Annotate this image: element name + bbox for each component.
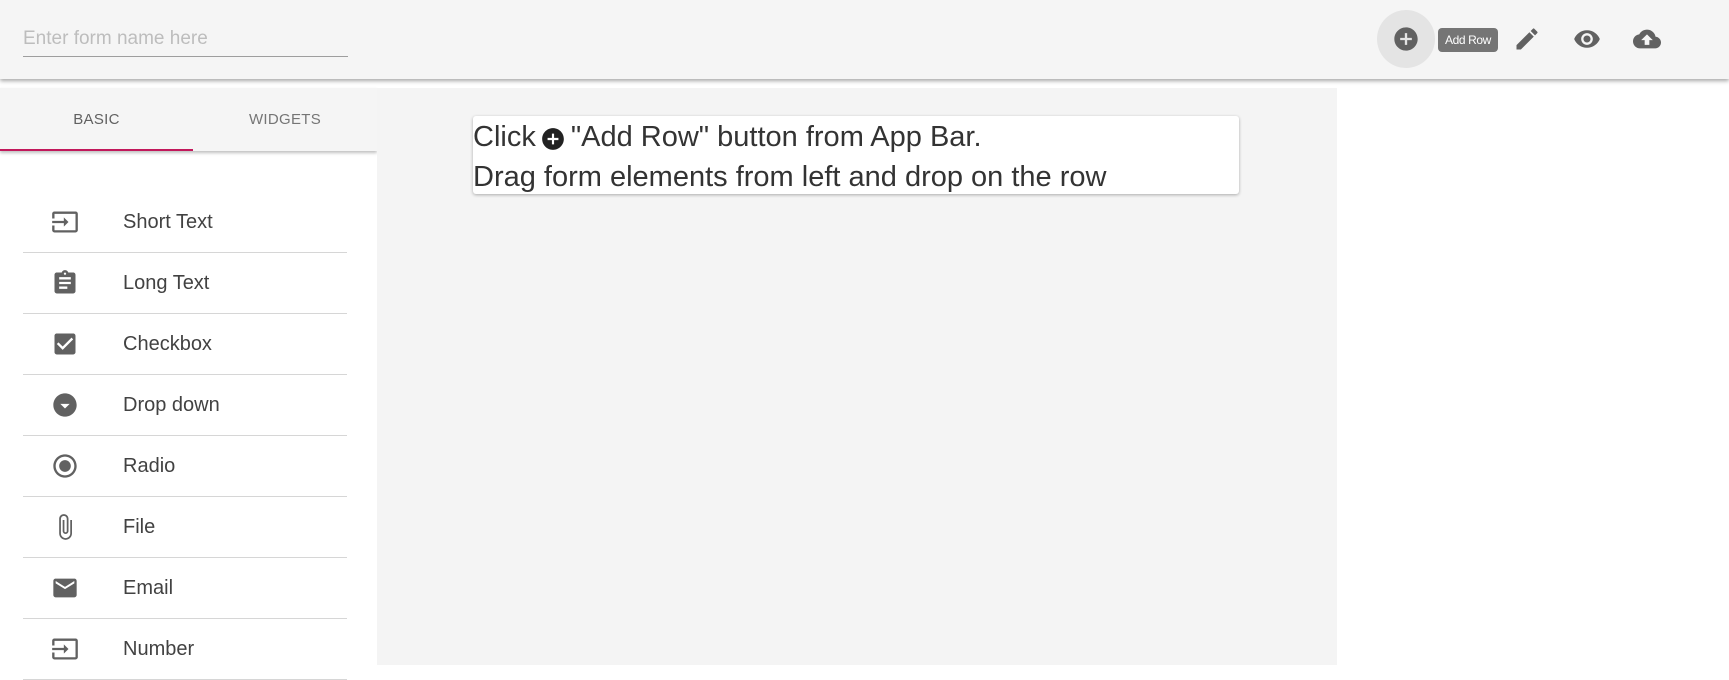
input-icon [51, 635, 79, 663]
list-item-label: File [123, 515, 156, 538]
list-item-label: Number [123, 637, 195, 660]
list-item-drop-down[interactable]: Drop down [23, 375, 347, 436]
input-icon [51, 208, 79, 236]
paperclip-icon [51, 513, 79, 541]
list-item-label: Checkbox [123, 332, 212, 355]
mail-icon [51, 574, 79, 602]
form-name-input[interactable] [23, 22, 348, 57]
list-item-radio[interactable]: Radio [23, 436, 347, 497]
list-item-number[interactable]: Number [23, 619, 347, 680]
list-item-label: Drop down [123, 393, 220, 416]
edit-button[interactable] [1498, 10, 1556, 68]
cloud-upload-icon [1633, 29, 1661, 49]
tab-bar: BASIC WIDGETS [0, 88, 377, 151]
list-item-label: Short Text [123, 210, 213, 233]
instruction-card: Click "Add Row" button from App Bar. Drag… [473, 116, 1239, 194]
add-row-button[interactable] [1377, 10, 1435, 68]
eye-icon [1574, 30, 1600, 48]
sidebar: BASIC WIDGETS Short Text Long Text Check… [0, 88, 377, 680]
tab-widgets[interactable]: WIDGETS [193, 88, 377, 151]
tab-basic[interactable]: BASIC [0, 88, 193, 151]
list-item-checkbox[interactable]: Checkbox [23, 314, 347, 375]
pencil-icon [1516, 28, 1538, 50]
add-row-tooltip: Add Row [1438, 28, 1498, 52]
form-canvas[interactable]: Click "Add Row" button from App Bar. Drag… [377, 88, 1337, 665]
list-item-email[interactable]: Email [23, 558, 347, 619]
clipboard-icon [51, 269, 79, 297]
preview-button[interactable] [1558, 10, 1616, 68]
add-circle-icon [540, 123, 566, 151]
instruction-add-row-text: "Add Row" button from App Bar. [570, 121, 982, 153]
list-item-file[interactable]: File [23, 497, 347, 558]
list-item-label: Email [123, 576, 174, 599]
instruction-line-1: Click "Add Row" button from App Bar. [473, 117, 1239, 157]
add-circle-icon [1394, 27, 1418, 51]
active-tab-indicator [0, 149, 193, 151]
instruction-click-text: Click [473, 121, 536, 153]
list-item-short-text[interactable]: Short Text [23, 192, 347, 253]
instruction-line-2: Drag form elements from left and drop on… [473, 161, 1107, 193]
list-item-label: Radio [123, 454, 176, 477]
checkbox-icon [51, 330, 79, 358]
upload-button[interactable] [1618, 10, 1676, 68]
dropdown-circle-icon [51, 391, 79, 419]
list-item-long-text[interactable]: Long Text [23, 253, 347, 314]
radio-icon [51, 452, 79, 480]
form-element-list: Short Text Long Text Checkbox Drop down … [23, 192, 347, 680]
list-item-label: Long Text [123, 271, 210, 294]
app-bar: Add Row [0, 0, 1729, 79]
